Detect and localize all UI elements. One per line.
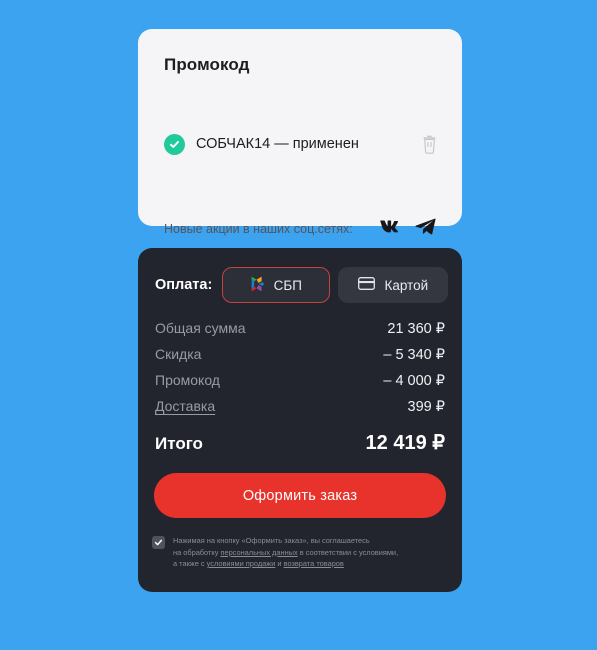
agreement-line-2-post: в соответствии с условиями, [297,547,399,557]
agreement-checkbox[interactable] [152,536,165,549]
payment-methods-row: Оплата: СБП Картой [155,267,449,303]
checkout-screen: Промокод СОБЧАК14 — применен Новые акции [0,0,597,650]
summary-row-promo: Промокод – 4 000 ₽ [155,372,445,398]
summary-value-delivery: 399 ₽ [407,399,445,415]
payment-method-card-label: Картой [384,277,429,293]
summary-label-delivery[interactable]: Доставка [155,398,215,414]
summary-value-subtotal: 21 360 ₽ [387,321,445,337]
social-links-label: Новые акции в наших соц.сетях: [164,222,353,236]
applied-promo-label: СОБЧАК14 — применен [196,136,359,152]
payment-method-sbp-label: СБП [273,277,302,293]
sale-terms-link[interactable]: условиями продажи [207,559,276,568]
applied-promo-row: СОБЧАК14 — применен [164,129,442,159]
promo-code-card: Промокод СОБЧАК14 — применен Новые акции [138,29,462,236]
trash-icon[interactable] [416,131,442,157]
agreement-line-3-pre: а также с [173,559,207,568]
return-terms-link[interactable]: возврата товаров [284,559,344,568]
credit-card-icon [358,277,376,293]
summary-row-subtotal: Общая сумма 21 360 ₽ [155,320,445,346]
agreement-block: Нажимая на кнопку «Оформить заказ», вы с… [152,535,448,570]
order-summary-list: Общая сумма 21 360 ₽ Скидка – 5 340 ₽ Пр… [155,320,445,424]
agreement-line-2-pre: на обработку [173,547,221,557]
agreement-line-3-mid: и [275,559,284,568]
sbp-logo-icon [251,276,265,295]
payment-method-sbp[interactable]: СБП [222,267,331,303]
summary-label-subtotal: Общая сумма [155,320,246,336]
telegram-icon[interactable] [415,217,436,241]
payment-summary-card: Оплата: СБП Картой Общая сумма 21 360 ₽ … [138,248,462,592]
summary-label-promo: Промокод [155,372,220,388]
order-total-value: 12 419 ₽ [365,432,445,454]
summary-value-discount: – 5 340 ₽ [383,347,445,363]
order-total-row: Итого 12 419 ₽ [155,430,445,455]
promo-card-title: Промокод [164,55,250,74]
agreement-line-1: Нажимая на кнопку «Оформить заказ», вы с… [173,536,370,545]
summary-value-promo: – 4 000 ₽ [383,373,445,389]
agreement-text: Нажимая на кнопку «Оформить заказ», вы с… [173,535,398,570]
order-total-label: Итого [155,434,203,453]
summary-label-discount: Скидка [155,346,202,362]
payment-method-card[interactable]: Картой [338,267,449,303]
social-icons-group [380,217,436,241]
summary-row-discount: Скидка – 5 340 ₽ [155,346,445,372]
social-links-row: Новые акции в наших соц.сетях: [164,217,436,241]
check-circle-icon [164,133,185,155]
vk-icon[interactable] [380,219,401,239]
personal-data-link[interactable]: персональных данных [220,548,297,557]
place-order-button[interactable]: Оформить заказ [154,473,446,518]
summary-row-delivery: Доставка 399 ₽ [155,398,445,424]
payment-label: Оплата: [155,277,213,293]
